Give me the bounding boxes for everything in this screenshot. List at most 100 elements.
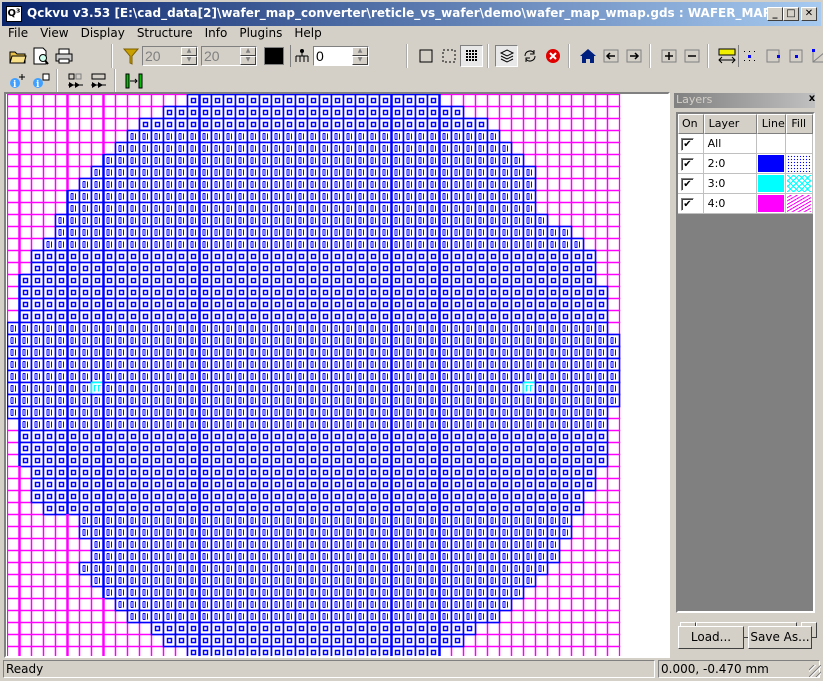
die[interactable]: [270, 573, 285, 588]
die[interactable]: [318, 189, 333, 204]
die[interactable]: [162, 129, 177, 144]
die[interactable]: [510, 333, 525, 348]
die[interactable]: [474, 585, 489, 600]
die[interactable]: [102, 165, 117, 180]
die[interactable]: [174, 429, 189, 444]
die[interactable]: [150, 177, 165, 192]
die[interactable]: [30, 333, 45, 348]
die[interactable]: [474, 441, 489, 456]
die[interactable]: [210, 621, 225, 636]
die[interactable]: [150, 561, 165, 576]
die[interactable]: [294, 237, 309, 252]
die[interactable]: [246, 645, 261, 659]
die[interactable]: [90, 489, 105, 504]
die[interactable]: [126, 381, 141, 396]
filter-max-value[interactable]: 20: [202, 47, 240, 65]
die[interactable]: [390, 465, 405, 480]
die[interactable]: [318, 285, 333, 300]
menu-structure[interactable]: Structure: [131, 24, 199, 42]
die[interactable]: [102, 381, 117, 396]
die[interactable]: [366, 285, 381, 300]
layer-line-color[interactable]: [756, 194, 787, 214]
die[interactable]: [174, 117, 189, 132]
die[interactable]: [390, 441, 405, 456]
die[interactable]: [342, 177, 357, 192]
die[interactable]: [18, 297, 33, 312]
die[interactable]: [270, 297, 285, 312]
die[interactable]: [558, 513, 573, 528]
die[interactable]: [390, 249, 405, 264]
die[interactable]: [42, 393, 57, 408]
die[interactable]: [462, 561, 477, 576]
die[interactable]: [174, 357, 189, 372]
die[interactable]: [318, 249, 333, 264]
die[interactable]: [234, 489, 249, 504]
die[interactable]: [114, 381, 129, 396]
die[interactable]: [462, 609, 477, 624]
die[interactable]: [450, 489, 465, 504]
die[interactable]: [198, 441, 213, 456]
die[interactable]: [90, 249, 105, 264]
die[interactable]: [474, 501, 489, 516]
die[interactable]: [210, 213, 225, 228]
die[interactable]: [594, 417, 609, 432]
die[interactable]: [162, 525, 177, 540]
die[interactable]: [546, 489, 561, 504]
die[interactable]: [318, 165, 333, 180]
die[interactable]: [30, 345, 45, 360]
die[interactable]: [246, 249, 261, 264]
die[interactable]: [114, 177, 129, 192]
die[interactable]: [270, 561, 285, 576]
die[interactable]: [390, 141, 405, 156]
die[interactable]: [402, 537, 417, 552]
die[interactable]: [54, 237, 69, 252]
die[interactable]: [138, 501, 153, 516]
die[interactable]: [198, 153, 213, 168]
die[interactable]: [102, 549, 117, 564]
die[interactable]: [594, 381, 609, 396]
die[interactable]: [126, 441, 141, 456]
die[interactable]: [522, 465, 537, 480]
die[interactable]: [414, 237, 429, 252]
die[interactable]: [150, 489, 165, 504]
die[interactable]: [402, 381, 417, 396]
die[interactable]: [270, 201, 285, 216]
die[interactable]: [114, 345, 129, 360]
die[interactable]: [174, 405, 189, 420]
die[interactable]: [414, 177, 429, 192]
die[interactable]: [258, 417, 273, 432]
die[interactable]: [54, 273, 69, 288]
die[interactable]: [570, 261, 585, 276]
die[interactable]: [294, 285, 309, 300]
die[interactable]: [294, 453, 309, 468]
die[interactable]: [150, 117, 165, 132]
die[interactable]: [210, 105, 225, 120]
die[interactable]: [294, 621, 309, 636]
die[interactable]: [354, 249, 369, 264]
die[interactable]: [366, 381, 381, 396]
die[interactable]: [210, 405, 225, 420]
die[interactable]: [90, 297, 105, 312]
die[interactable]: [138, 441, 153, 456]
layout-canvas[interactable]: [4, 92, 670, 658]
die[interactable]: [270, 237, 285, 252]
die[interactable]: [126, 369, 141, 384]
die[interactable]: [282, 213, 297, 228]
die[interactable]: [402, 525, 417, 540]
die[interactable]: [354, 177, 369, 192]
die[interactable]: [150, 225, 165, 240]
die[interactable]: [402, 489, 417, 504]
die[interactable]: [162, 117, 177, 132]
die[interactable]: [306, 573, 321, 588]
die[interactable]: [222, 117, 237, 132]
die[interactable]: [186, 237, 201, 252]
die[interactable]: [570, 345, 585, 360]
die[interactable]: [138, 561, 153, 576]
die[interactable]: [162, 597, 177, 612]
die[interactable]: [186, 465, 201, 480]
die[interactable]: [330, 465, 345, 480]
die[interactable]: [186, 369, 201, 384]
die[interactable]: [366, 333, 381, 348]
die[interactable]: [234, 177, 249, 192]
die[interactable]: [258, 441, 273, 456]
